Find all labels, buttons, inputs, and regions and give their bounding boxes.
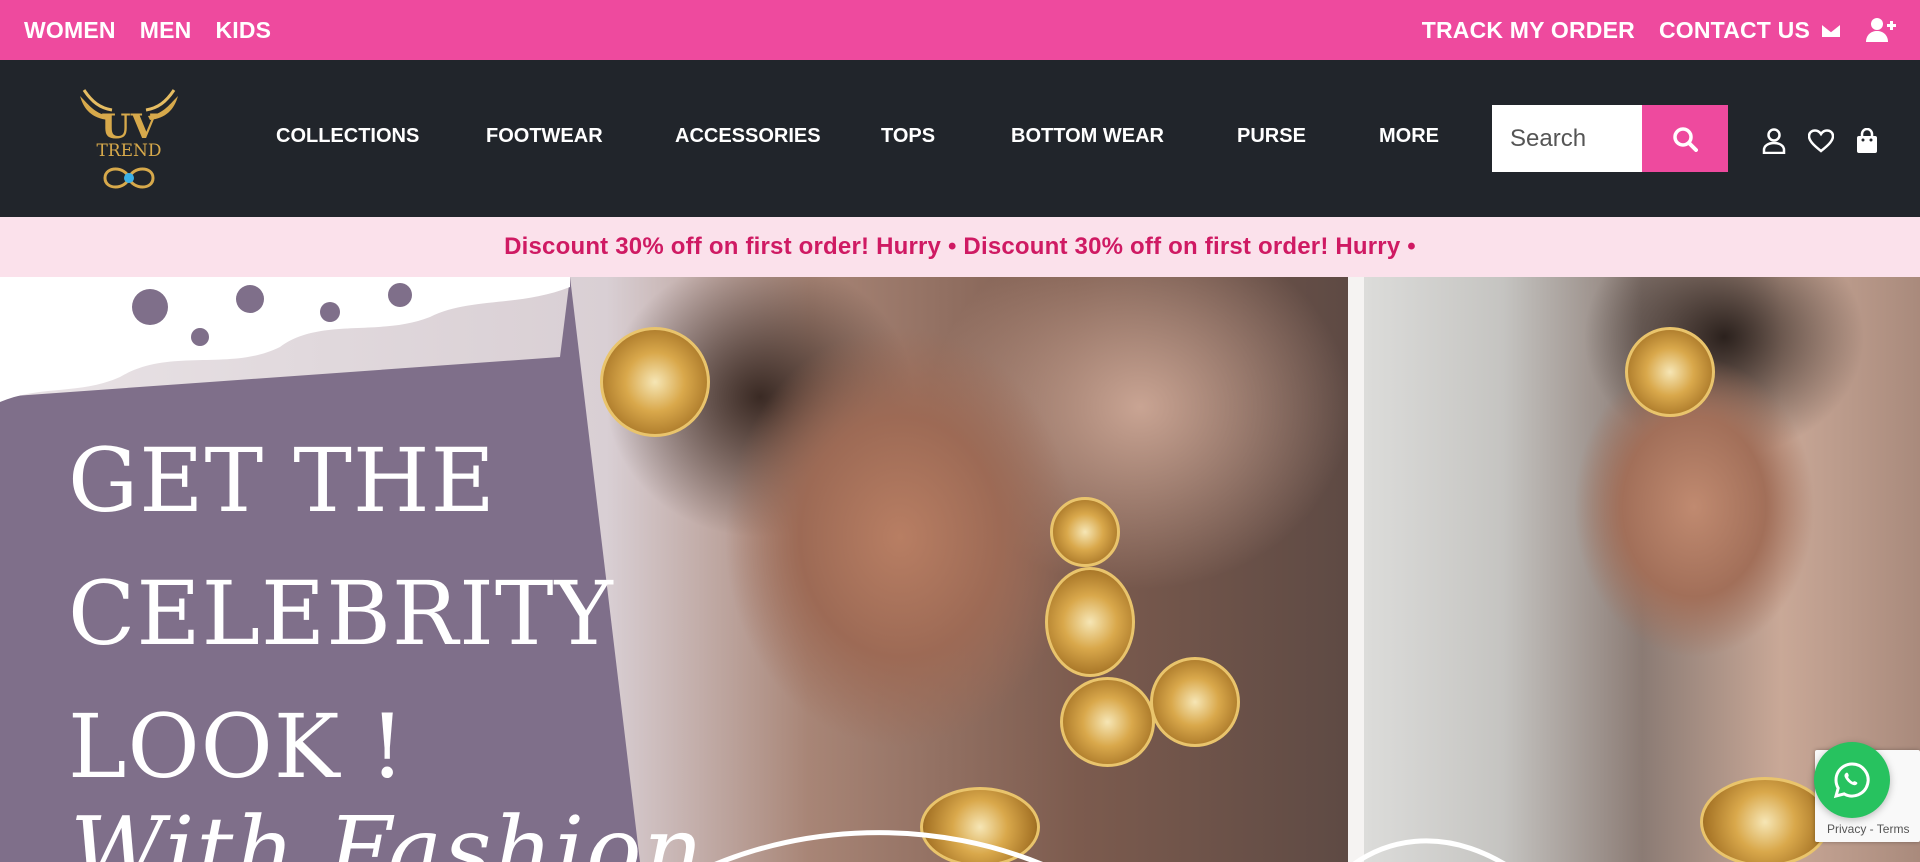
whatsapp-icon[interactable] [1814,742,1890,818]
contact-us-link[interactable]: CONTACT US [1659,17,1842,44]
brush-stroke-decor [0,277,570,402]
search-input[interactable] [1492,105,1642,172]
user-icon[interactable] [1760,127,1788,155]
recaptcha-terms[interactable]: Privacy - Terms [1827,822,1909,836]
hero-title-line-2: CELEBRITY [68,562,614,665]
nav-collections[interactable]: COLLECTIONS [276,116,419,156]
track-my-order-link[interactable]: TRACK MY ORDER [1422,17,1635,44]
hero-title-line-3: LOOK ! [68,695,406,798]
heart-icon[interactable] [1807,127,1835,155]
jewelry-decor [1045,567,1135,677]
hero-divider [1348,277,1364,862]
top-link-women[interactable]: WOMEN [24,17,116,44]
top-bar-right-links: TRACK MY ORDER CONTACT US [1422,17,1896,44]
contact-us-label: CONTACT US [1658,16,1810,43]
logo-trend-text: TREND [96,141,161,161]
jewelry-decor [600,327,710,437]
hero-title-line-1: GET THE [68,429,496,532]
envelope-icon [1820,21,1842,39]
jewelry-decor [1050,497,1120,567]
discount-text: Discount 30% off on first order! Hurry •… [504,233,1416,260]
hero-script-text: With Fashion [70,797,705,862]
nav-bottom-wear[interactable]: BOTTOM WEAR [1011,116,1164,156]
nav-accessories[interactable]: ACCESSORIES [675,116,821,156]
top-link-kids[interactable]: KIDS [215,17,271,44]
jewelry-decor [1150,657,1240,747]
brand-logo[interactable]: UV TREND [70,86,188,196]
main-header: UV TREND COLLECTIONS FOOTWEAR ACCESSORIE… [0,60,1920,217]
nav-footwear[interactable]: FOOTWEAR [486,116,603,156]
hero-banner[interactable]: GET THE CELEBRITY LOOK ! With Fashion [0,277,1920,862]
discount-banner: Discount 30% off on first order! Hurry •… [0,217,1920,277]
top-link-men[interactable]: MEN [140,17,192,44]
nav-tops[interactable]: TOPS [881,116,935,156]
top-bar-left-links: WOMEN MEN KIDS [24,17,271,44]
swirl-decor [714,830,1506,862]
jewelry-decor [1060,677,1155,767]
user-plus-icon[interactable] [1866,17,1896,43]
nav-purse[interactable]: PURSE [1237,116,1306,156]
jewelry-decor [1700,777,1830,862]
top-bar: WOMEN MEN KIDS TRACK MY ORDER CONTACT US [0,0,1920,60]
search-icon [1672,126,1698,152]
nav-more[interactable]: MORE [1379,116,1439,156]
jewelry-decor [1625,327,1715,417]
shopping-bag-icon[interactable] [1853,127,1881,155]
search-button[interactable] [1642,105,1728,172]
